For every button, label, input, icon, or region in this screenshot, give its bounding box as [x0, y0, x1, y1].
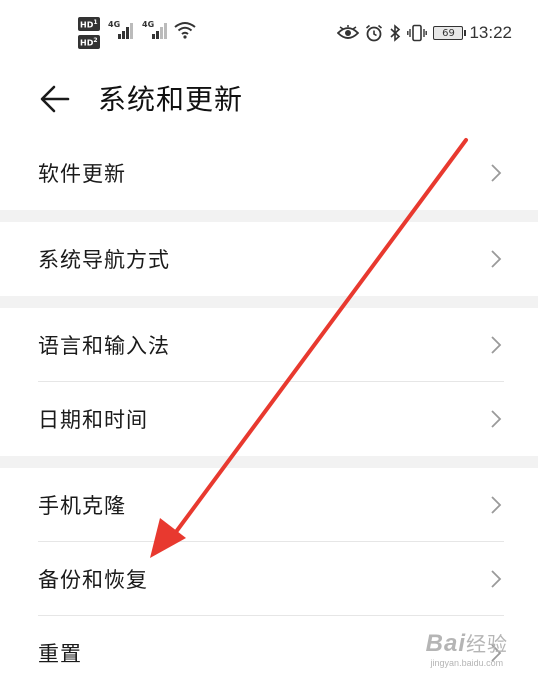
group-divider — [0, 210, 538, 222]
chevron-right-icon — [491, 250, 502, 268]
chevron-right-icon — [491, 336, 502, 354]
settings-item-phone-clone[interactable]: 手机克隆 — [0, 468, 538, 542]
watermark-url: jingyan.baidu.com — [430, 658, 504, 668]
signal-strength-2-icon — [152, 23, 167, 39]
chevron-right-icon — [491, 164, 502, 182]
status-time: 13:22 — [469, 23, 512, 42]
settings-group-navigation: 系统导航方式 — [0, 222, 538, 296]
alarm-icon — [366, 24, 383, 42]
settings-item-software-update[interactable]: 软件更新 — [0, 136, 538, 210]
chevron-right-icon — [491, 496, 502, 514]
page-header: 系统和更新 — [0, 66, 538, 134]
chevron-right-icon — [491, 570, 502, 588]
settings-group-update: 软件更新 — [0, 136, 538, 210]
settings-item-label: 重置 — [38, 642, 82, 666]
settings-item-label: 日期和时间 — [38, 408, 148, 432]
sim2-hd-badge: HD2 — [78, 35, 100, 49]
watermark-brand: Bai经验 — [425, 630, 508, 657]
chevron-right-icon — [491, 410, 502, 428]
settings-item-language-input[interactable]: 语言和输入法 — [0, 308, 538, 382]
signal-strength-1-icon — [118, 23, 133, 39]
settings-item-label: 语言和输入法 — [38, 334, 170, 358]
eye-icon — [337, 25, 360, 39]
page-title: 系统和更新 — [98, 83, 244, 116]
baidu-watermark: Bai经验 jingyan.baidu.com — [426, 628, 508, 668]
settings-item-label: 系统导航方式 — [38, 248, 170, 272]
status-right: 69 13:22 — [337, 21, 512, 45]
battery-icon: 69 — [433, 26, 467, 40]
back-button[interactable] — [38, 82, 72, 116]
bluetooth-icon — [390, 24, 401, 42]
settings-item-date-time[interactable]: 日期和时间 — [0, 382, 538, 456]
wifi-icon — [174, 22, 196, 39]
settings-group-language-date: 语言和输入法 日期和时间 — [0, 308, 538, 456]
vibrate-icon — [407, 24, 428, 42]
settings-list: 软件更新 系统导航方式 语言和输入法 日期和时间 手机克隆 备份和恢复 重置 — [0, 136, 538, 690]
sim1-hd-badge: HD1 — [78, 17, 100, 31]
settings-item-backup-restore[interactable]: 备份和恢复 — [0, 542, 538, 616]
group-divider — [0, 296, 538, 308]
settings-item-label: 软件更新 — [38, 162, 126, 186]
settings-item-label: 手机克隆 — [38, 494, 126, 518]
settings-item-navigation-mode[interactable]: 系统导航方式 — [0, 222, 538, 296]
group-divider — [0, 456, 538, 468]
settings-item-label: 备份和恢复 — [38, 568, 148, 592]
status-bar: HD1 HD2 4G 4G 69 13:22 — [0, 0, 538, 66]
